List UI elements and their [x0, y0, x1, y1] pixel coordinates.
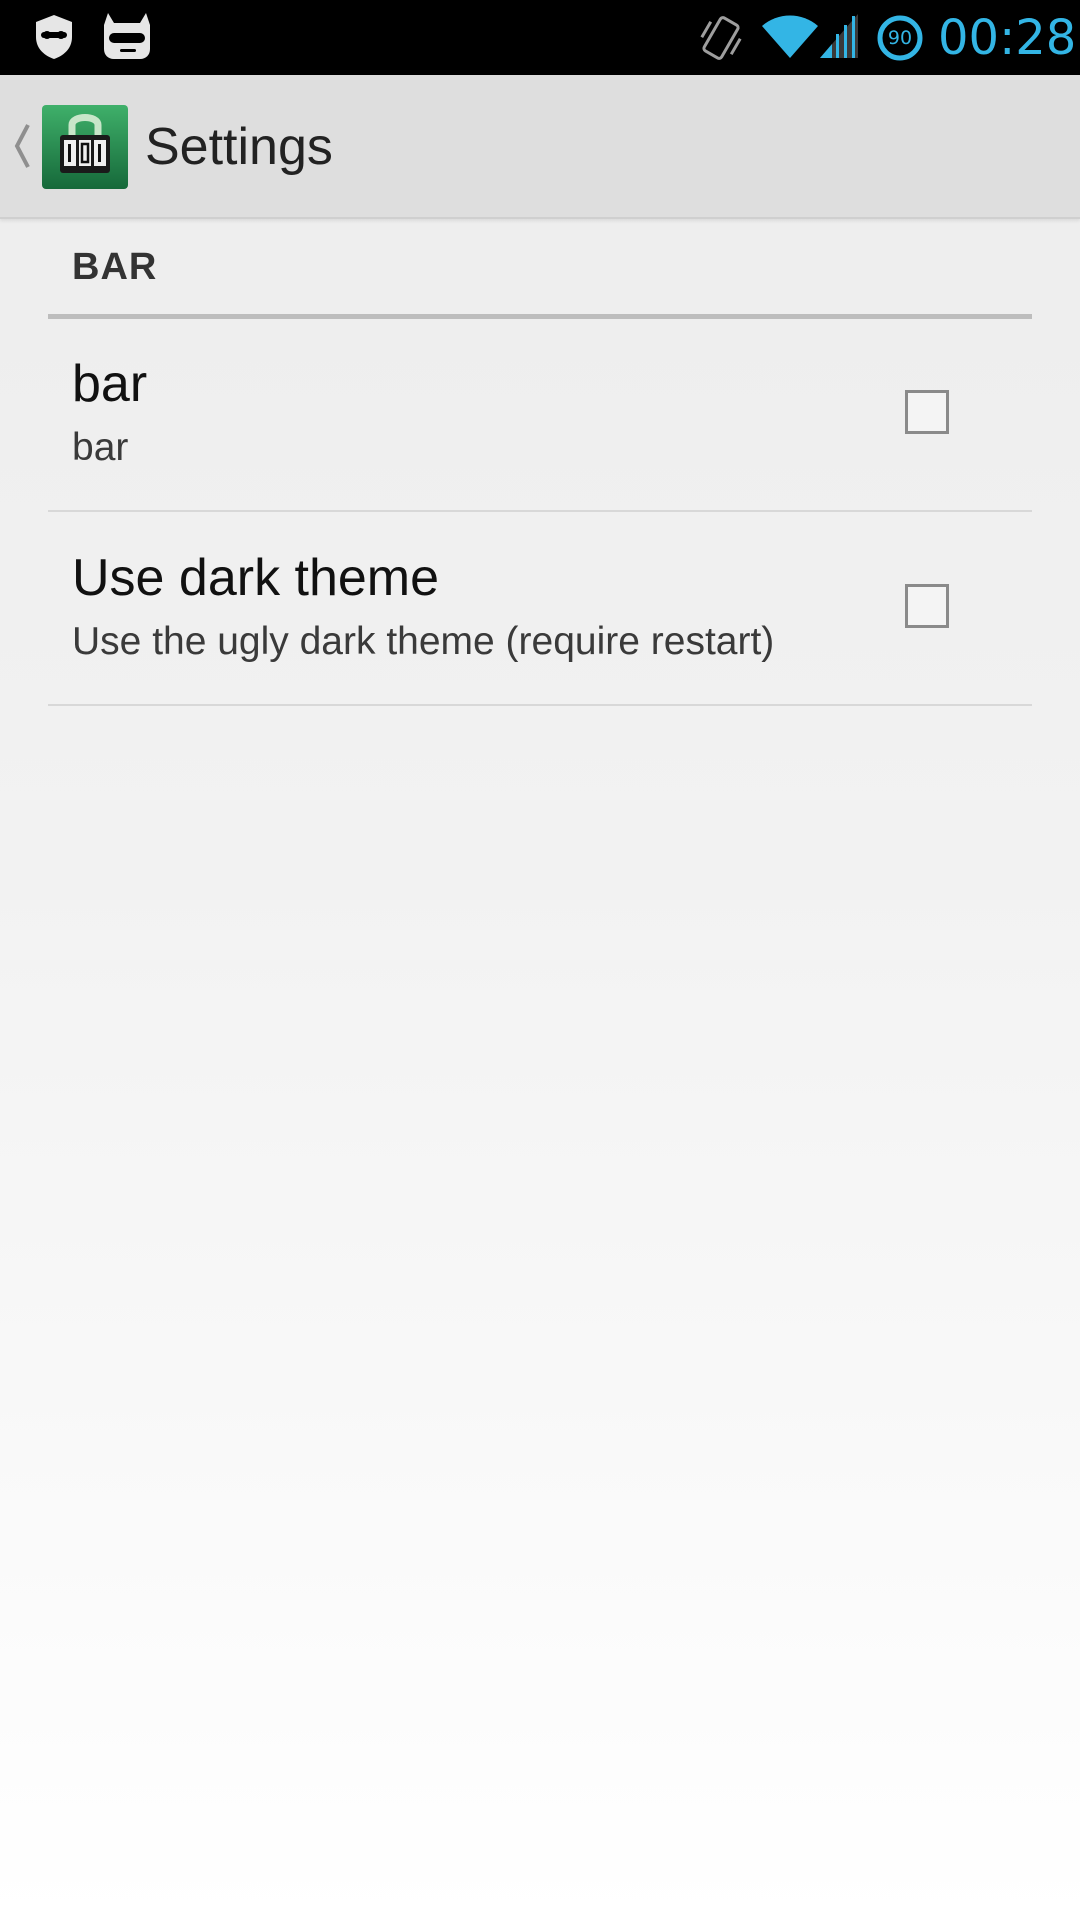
privacy-guard-icon	[36, 15, 72, 59]
bar-checkbox[interactable]	[905, 390, 949, 434]
vibrate-icon	[700, 16, 742, 60]
action-bar: Settings	[0, 75, 1080, 219]
pref-item-bar[interactable]: bar bar	[48, 318, 1032, 512]
chevron-left-icon	[14, 124, 30, 168]
up-navigation-button[interactable]: Settings	[0, 75, 340, 217]
pref-title: Use dark theme	[72, 549, 440, 607]
wifi-icon	[762, 15, 818, 58]
pref-item-dark-theme[interactable]: Use dark theme Use the ugly dark theme (…	[48, 512, 1032, 706]
category-title: BAR	[72, 246, 158, 288]
page-title: Settings	[145, 118, 333, 176]
pref-summary: Use the ugly dark theme (require restart…	[72, 620, 775, 663]
pref-summary: bar	[72, 426, 129, 469]
status-bar: 90 00:28	[0, 0, 1080, 75]
cyanogenmod-icon	[104, 13, 150, 59]
battery-level-text: 90	[887, 27, 913, 49]
lock-counter-app-icon	[42, 105, 128, 189]
preference-category-bar: BAR	[48, 226, 1032, 319]
signal-icon	[820, 14, 858, 58]
status-clock: 00:28	[938, 10, 1077, 66]
dark-theme-checkbox[interactable]	[905, 584, 949, 628]
pref-title: bar	[72, 355, 148, 413]
